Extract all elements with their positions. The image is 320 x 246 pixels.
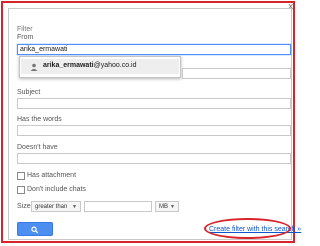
doesnt-have-label: Doesn't have — [17, 144, 58, 151]
person-icon — [30, 63, 38, 71]
dont-include-chats-checkbox[interactable] — [17, 186, 25, 194]
size-unit-select[interactable]: MB ▼ — [155, 201, 179, 212]
from-label: From — [17, 34, 34, 41]
chevron-down-icon: ▼ — [170, 204, 175, 210]
size-comparator-select[interactable]: greater than ▼ — [31, 201, 81, 212]
size-unit-value: MB — [159, 204, 168, 210]
size-label: Size — [17, 203, 31, 210]
from-input[interactable]: arika_ermawati — [17, 44, 291, 55]
has-attachment-checkbox[interactable] — [17, 172, 25, 180]
suggestion-email-domain: @yahoo.co.id — [93, 62, 137, 69]
has-words-label: Has the words — [17, 116, 62, 123]
search-icon — [31, 226, 39, 234]
subject-label: Subject — [17, 89, 41, 96]
to-input[interactable] — [182, 68, 291, 79]
chevron-down-icon: ▼ — [72, 204, 77, 210]
dialog-title: Filter — [17, 26, 33, 33]
dont-include-chats-label: Don't include chats — [27, 186, 86, 193]
highlight-oval — [204, 218, 291, 239]
has-attachment-label: Has attachment — [27, 172, 77, 179]
subject-input[interactable] — [17, 98, 291, 109]
suggestion-email: arika_ermawati@yahoo.co.id — [43, 62, 137, 69]
suggestion-email-bold: arika_ermawati — [43, 62, 94, 69]
doesnt-have-input[interactable] — [17, 153, 291, 164]
autocomplete-dropdown: arika_ermawati@yahoo.co.id — [19, 56, 181, 78]
size-value-input[interactable] — [84, 201, 152, 212]
search-button[interactable] — [17, 222, 53, 236]
autocomplete-suggestion[interactable]: arika_ermawati@yahoo.co.id — [21, 59, 179, 74]
has-words-input[interactable] — [17, 125, 291, 136]
size-comparator-value: greater than — [35, 204, 68, 210]
